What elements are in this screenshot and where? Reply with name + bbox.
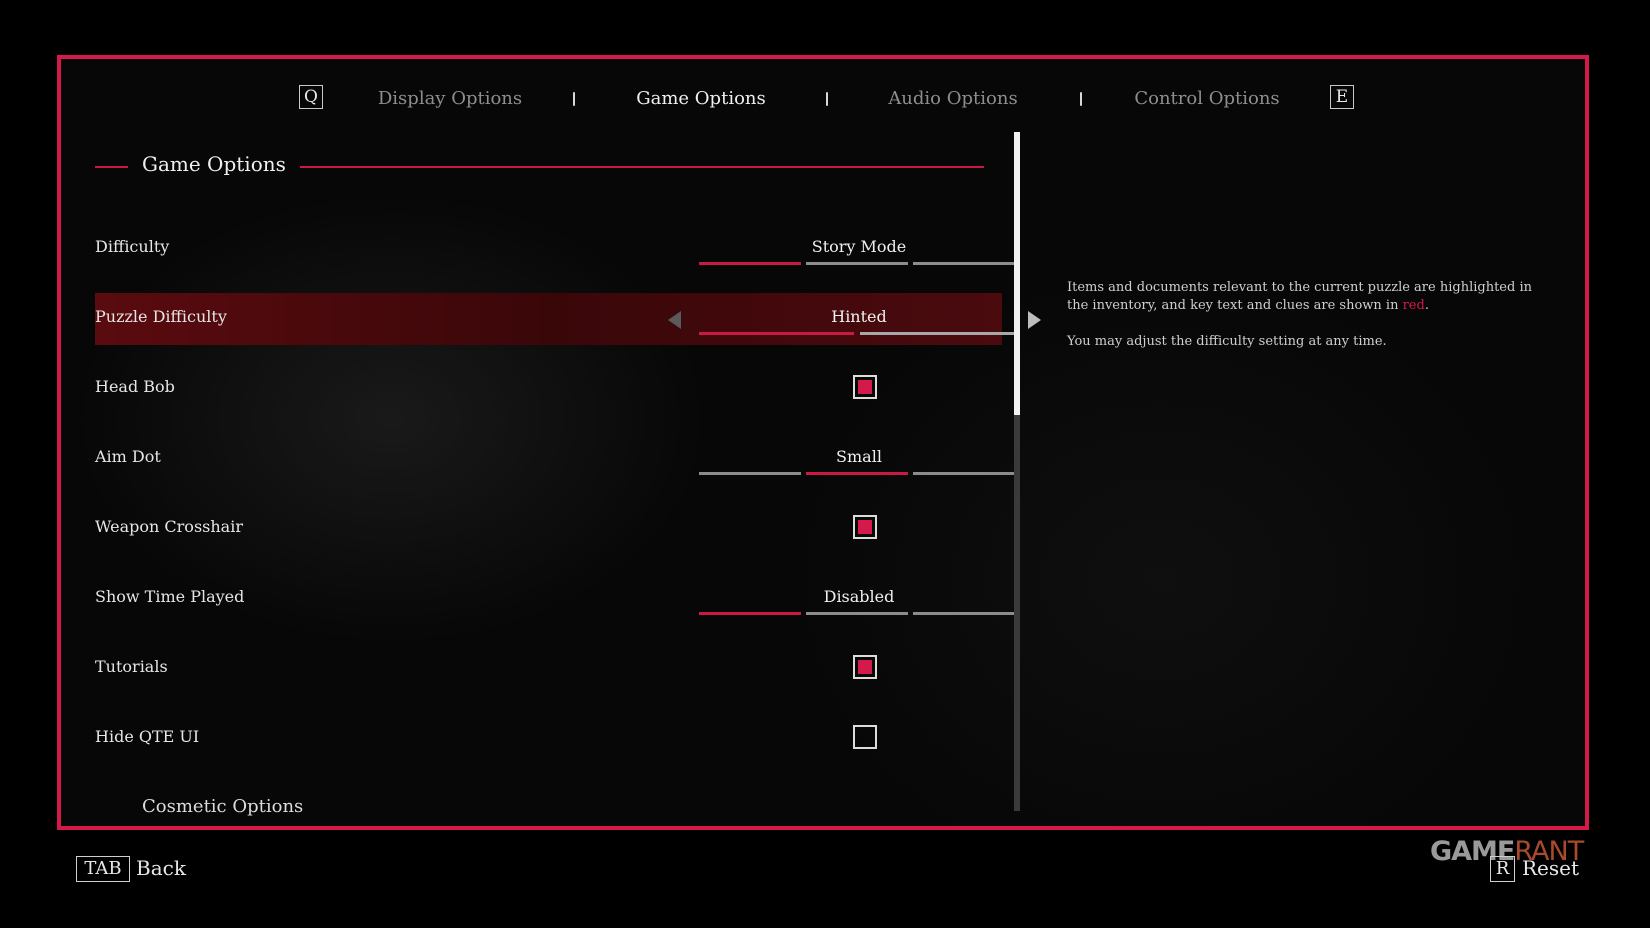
option-segment xyxy=(860,332,1016,335)
selector-value: Small xyxy=(836,447,882,466)
setting-label: Show Time Played xyxy=(95,587,245,606)
checkbox-checked-mark xyxy=(858,660,872,674)
option-segment-active xyxy=(699,612,801,615)
tab-display-options[interactable]: Display Options xyxy=(378,88,522,109)
setting-row-hide-qte-ui[interactable]: Hide QTE UI xyxy=(95,713,1002,765)
tab-separator xyxy=(573,92,575,106)
back-key[interactable]: TAB xyxy=(76,856,130,882)
option-segment-active xyxy=(806,472,908,475)
setting-label: Puzzle Difficulty xyxy=(95,307,227,326)
section-title: Game Options xyxy=(142,152,286,176)
option-segment-active xyxy=(699,332,854,335)
hide-qte-ui-checkbox[interactable] xyxy=(853,725,877,749)
options-panel: Q Display Options Game Options Audio Opt… xyxy=(57,55,1589,830)
selector-value: Hinted xyxy=(831,307,887,326)
tutorials-checkbox[interactable] xyxy=(853,655,877,679)
option-segment-active xyxy=(699,262,801,265)
selector-value: Story Mode xyxy=(811,237,907,256)
setting-description: Items and documents relevant to the curr… xyxy=(1067,279,1537,369)
setting-row-head-bob[interactable]: Head Bob xyxy=(95,363,1002,415)
tab-control-options[interactable]: Control Options xyxy=(1134,88,1279,109)
option-segment xyxy=(913,472,1016,475)
cosmetic-options-section-title: Cosmetic Options xyxy=(142,796,304,817)
next-option-arrow-icon[interactable] xyxy=(1028,311,1041,329)
back-button[interactable]: Back xyxy=(136,856,186,880)
previous-option-arrow-icon[interactable] xyxy=(668,311,681,329)
setting-row-puzzle-difficulty[interactable]: Puzzle Difficulty Hinted xyxy=(95,293,1041,345)
tab-game-options[interactable]: Game Options xyxy=(636,88,766,109)
tab-separator xyxy=(1080,92,1082,106)
setting-label: Tutorials xyxy=(95,657,168,676)
prev-tab-key[interactable]: Q xyxy=(299,85,323,109)
option-segment xyxy=(806,262,908,265)
selector-value: Disabled xyxy=(823,587,895,606)
checkbox-checked-mark xyxy=(858,380,872,394)
reset-button[interactable]: Reset xyxy=(1522,856,1579,880)
weapon-crosshair-checkbox[interactable] xyxy=(853,515,877,539)
option-segment xyxy=(806,612,908,615)
setting-row-tutorials[interactable]: Tutorials xyxy=(95,643,1002,695)
setting-label: Weapon Crosshair xyxy=(95,517,243,536)
setting-label: Aim Dot xyxy=(95,447,161,466)
option-segment xyxy=(913,612,1016,615)
setting-label: Difficulty xyxy=(95,237,170,256)
section-header-line xyxy=(300,166,984,168)
setting-row-show-time-played[interactable]: Show Time Played Disabled xyxy=(95,573,1016,625)
setting-label: Head Bob xyxy=(95,377,175,396)
tab-audio-options[interactable]: Audio Options xyxy=(888,88,1017,109)
description-paragraph: You may adjust the difficulty setting at… xyxy=(1067,334,1387,349)
option-segment xyxy=(913,262,1016,265)
setting-label: Hide QTE UI xyxy=(95,727,200,746)
section-header-dash xyxy=(95,166,128,168)
setting-row-weapon-crosshair[interactable]: Weapon Crosshair xyxy=(95,503,1002,555)
description-paragraph: Items and documents relevant to the curr… xyxy=(1067,280,1532,313)
options-tab-bar: Q Display Options Game Options Audio Opt… xyxy=(61,83,1585,123)
reset-key[interactable]: R xyxy=(1490,856,1515,882)
scrollbar-thumb[interactable] xyxy=(1014,132,1020,415)
checkbox-checked-mark xyxy=(858,520,872,534)
tab-separator xyxy=(826,92,828,106)
next-tab-key[interactable]: E xyxy=(1330,85,1354,109)
setting-row-difficulty[interactable]: Difficulty Story Mode xyxy=(95,223,1016,275)
setting-row-aim-dot[interactable]: Aim Dot Small xyxy=(95,433,1016,485)
head-bob-checkbox[interactable] xyxy=(853,375,877,399)
option-segment xyxy=(699,472,801,475)
